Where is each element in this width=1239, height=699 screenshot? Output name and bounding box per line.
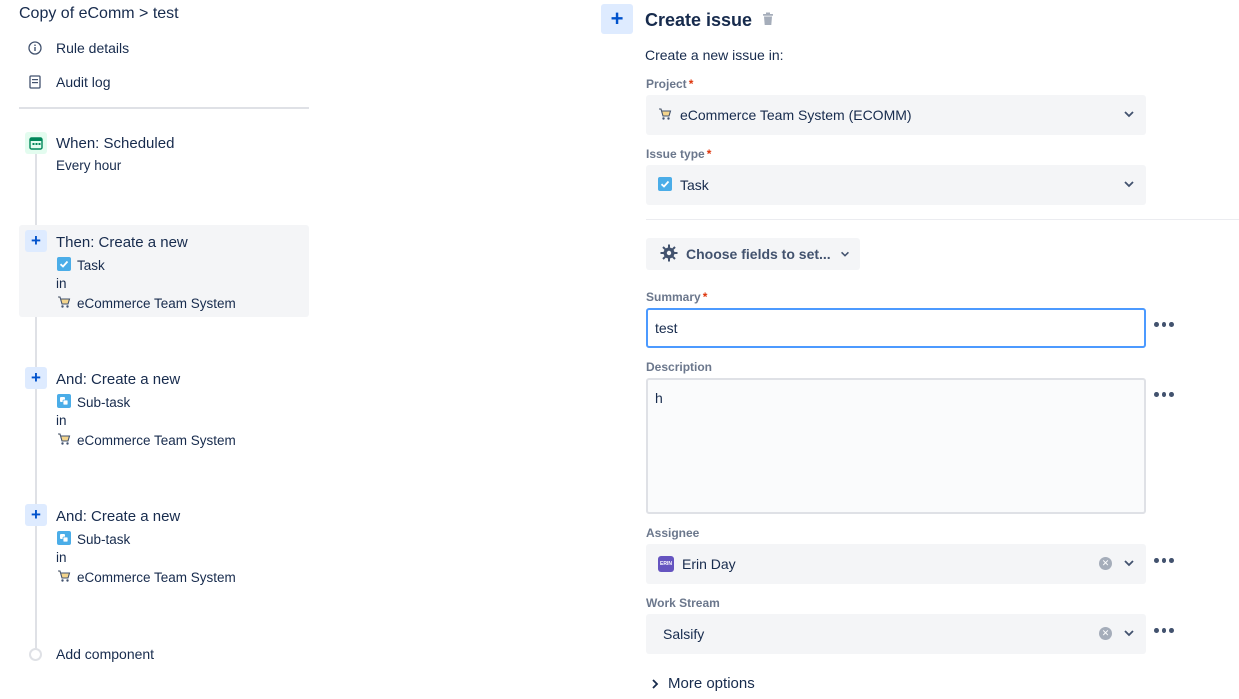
component-in: in (56, 550, 67, 565)
cart-icon (57, 432, 71, 449)
component-in: in (56, 276, 67, 291)
workstream-select-value: Salsify (663, 626, 705, 642)
chevron-down-icon (1124, 560, 1134, 567)
component-project: eCommerce Team System (57, 432, 236, 449)
summary-more-icon[interactable] (1154, 321, 1175, 327)
component-issue-type: Sub-task (57, 394, 130, 411)
component-issue-type: Sub-task (57, 531, 130, 548)
chevron-right-icon (652, 678, 659, 689)
issue-type-select[interactable]: Task (646, 165, 1146, 205)
more-options-label: More options (668, 675, 755, 692)
project-select-value: eCommerce Team System (ECOMM) (680, 107, 912, 123)
calendar-icon (25, 132, 47, 154)
divider (19, 107, 309, 109)
add-component-dot-icon (29, 647, 42, 661)
cart-icon (658, 107, 672, 124)
section-divider (646, 219, 1239, 220)
description-more-icon[interactable] (1154, 391, 1175, 397)
component-trigger[interactable]: When: Scheduled Every hour (19, 130, 309, 190)
chevron-down-icon (1124, 111, 1134, 118)
assignee-select-value: Erin Day (682, 556, 736, 572)
task-checkbox-icon (658, 176, 672, 194)
component-action-3[interactable]: + And: Create a new Sub-task in eCommerc… (19, 499, 309, 591)
component-title: And: Create a new (56, 371, 181, 388)
component-issue-type: Task (57, 257, 105, 274)
action-subtitle: Create a new issue in: (645, 47, 784, 63)
chevron-down-icon (840, 251, 849, 257)
task-checkbox-icon (57, 257, 71, 274)
component-project: eCommerce Team System (57, 295, 236, 312)
issue-type-select-value: Task (680, 177, 709, 193)
plus-icon: + (25, 230, 47, 252)
component-title: And: Create a new (56, 508, 181, 525)
plus-icon: + (25, 504, 47, 526)
document-icon (28, 75, 42, 89)
choose-fields-button[interactable]: Choose fields to set... (646, 238, 860, 270)
add-component-button[interactable]: Add component (29, 646, 154, 662)
workstream-more-icon[interactable] (1154, 627, 1175, 633)
subtask-icon (57, 531, 71, 548)
assignee-select[interactable]: ERIN Erin Day ✕ (646, 544, 1146, 584)
avatar: ERIN (658, 556, 674, 572)
cart-icon (57, 569, 71, 586)
subtask-icon (57, 394, 71, 411)
chevron-down-icon (1124, 630, 1134, 637)
component-action-1[interactable]: + Then: Create a new Task in eCommerce T… (19, 225, 309, 317)
description-label: Description (646, 360, 713, 374)
plus-icon: + (25, 367, 47, 389)
more-options-toggle[interactable]: More options (650, 675, 755, 692)
action-title: Create issue (645, 10, 774, 31)
workstream-select[interactable]: Salsify ✕ (646, 614, 1146, 654)
project-label: Project * (646, 77, 694, 91)
component-action-2[interactable]: + And: Create a new Sub-task in eCommerc… (19, 362, 309, 454)
gear-icon (660, 244, 678, 265)
clear-icon[interactable]: ✕ (1099, 557, 1112, 570)
assignee-more-icon[interactable] (1154, 557, 1175, 563)
chevron-down-icon (1124, 181, 1134, 188)
nav-audit-log-label: Audit log (56, 74, 111, 90)
nav-rule-details[interactable]: Rule details (28, 40, 129, 56)
nav-rule-details-label: Rule details (56, 40, 130, 56)
project-select[interactable]: eCommerce Team System (ECOMM) (646, 95, 1146, 135)
cart-icon (57, 295, 71, 312)
info-icon (28, 41, 42, 55)
trash-icon[interactable] (762, 10, 774, 31)
assignee-label: Assignee (646, 526, 700, 540)
component-detail: Every hour (56, 158, 122, 173)
component-in: in (56, 413, 67, 428)
component-project: eCommerce Team System (57, 569, 236, 586)
component-title: When: Scheduled (56, 135, 175, 152)
component-title: Then: Create a new (56, 234, 188, 251)
nav-audit-log[interactable]: Audit log (28, 74, 110, 90)
description-textarea[interactable]: h (646, 378, 1146, 514)
summary-label: Summary * (646, 290, 708, 304)
add-component-label: Add component (56, 646, 155, 662)
summary-input[interactable] (646, 308, 1146, 348)
issue-type-label: Issue type * (646, 147, 712, 161)
choose-fields-label: Choose fields to set... (686, 246, 831, 262)
breadcrumb[interactable]: Copy of eComm > test (19, 5, 179, 23)
clear-icon[interactable]: ✕ (1099, 627, 1112, 640)
workstream-label: Work Stream (646, 596, 720, 610)
action-plus-icon: + (601, 4, 633, 34)
